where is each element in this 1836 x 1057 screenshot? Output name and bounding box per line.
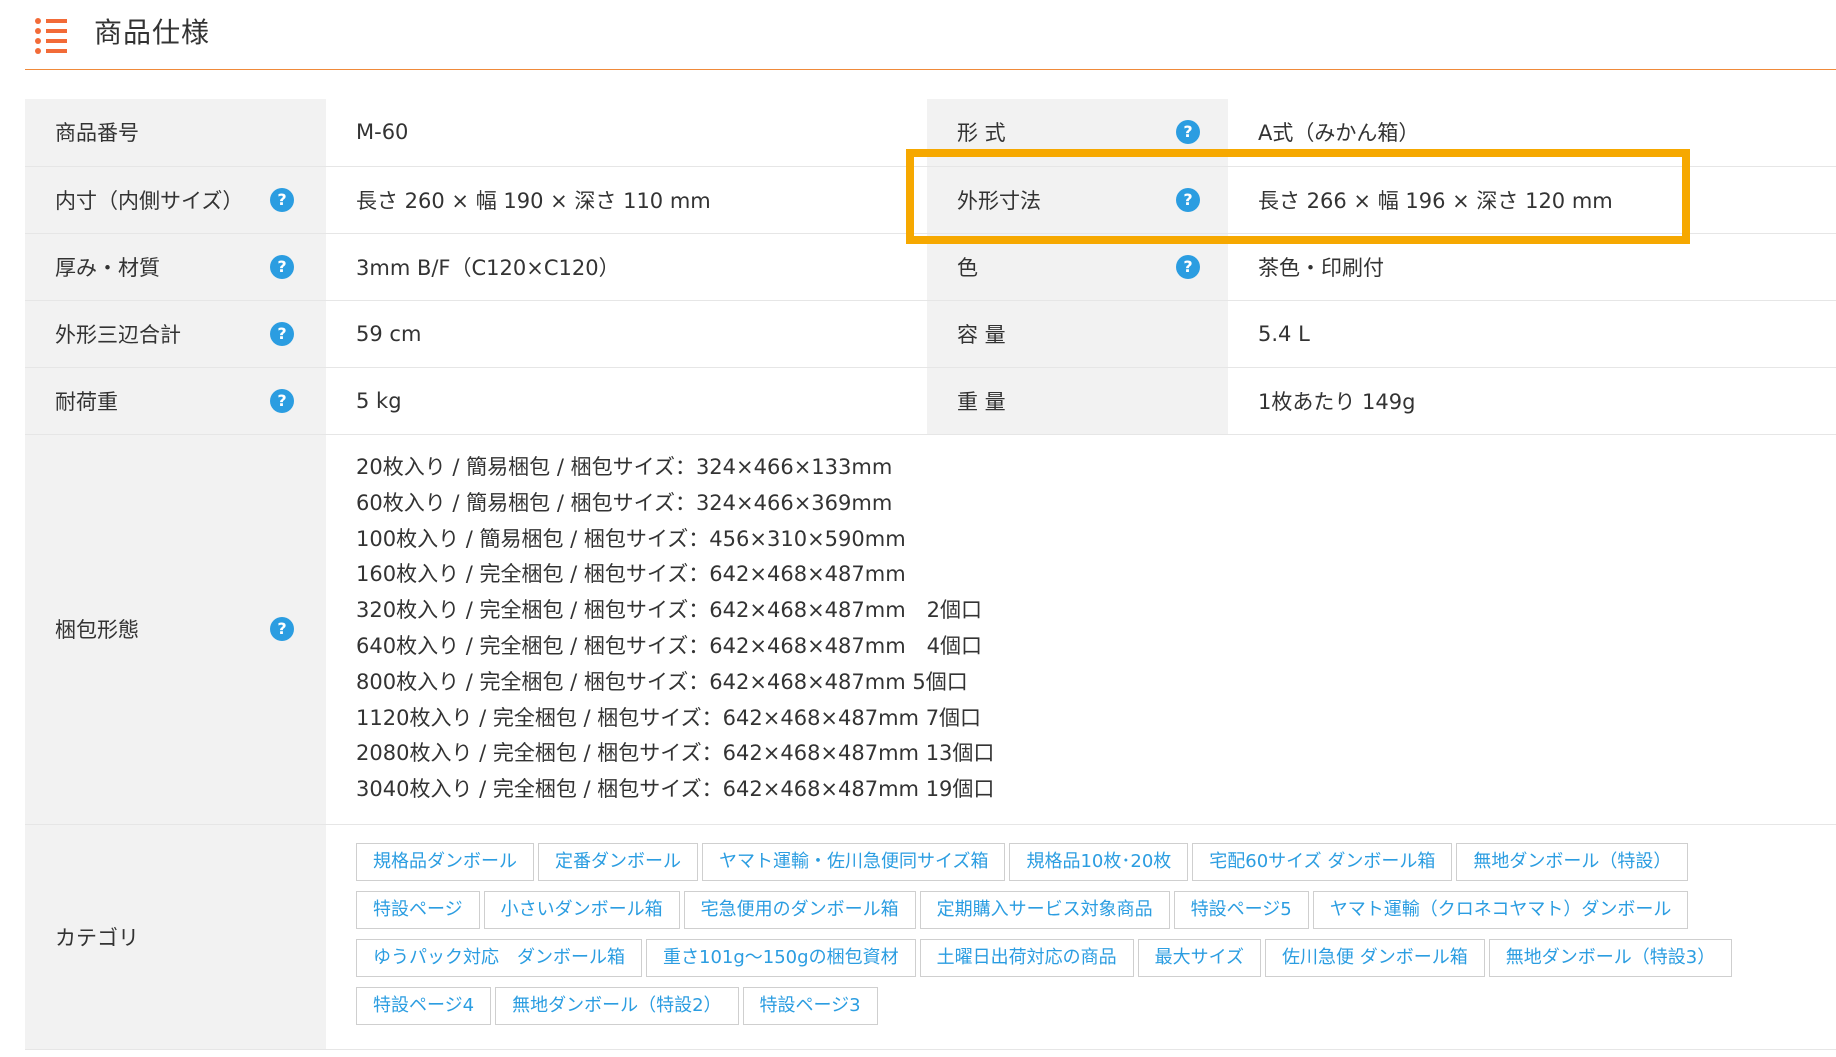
category-tag-link[interactable]: 小さいダンボール箱: [483, 890, 680, 929]
spec-label-cell: 色?: [927, 233, 1228, 301]
category-tag-link[interactable]: 無地ダンボール（特設2）: [495, 986, 739, 1025]
category-tag-link[interactable]: 定番ダンボール: [538, 842, 698, 881]
help-icon[interactable]: ?: [270, 617, 294, 641]
spec-row: 外形三辺合計? 59 cm 容 量 5.4 L: [25, 300, 1836, 368]
spec-value: 長さ 266 × 幅 196 × 深さ 120 mm: [1228, 166, 1836, 234]
page-title: 商品仕様: [94, 16, 211, 49]
category-label: カテゴリ: [55, 925, 139, 950]
spec-label: 形 式: [957, 121, 1006, 146]
list-icon: [35, 18, 67, 54]
spec-label: 厚み・材質: [55, 255, 160, 280]
packaging-line: 320枚入り / 完全梱包 / 梱包サイズ：642×468×487mm 2個口: [356, 598, 983, 623]
packaging-list: 20枚入り / 簡易梱包 / 梱包サイズ：324×466×133mm 60枚入り …: [356, 436, 1836, 822]
help-icon[interactable]: ?: [270, 321, 294, 346]
help-icon[interactable]: ?: [1176, 254, 1200, 279]
spec-value: 5.4 L: [1228, 300, 1836, 368]
spec-row: 厚み・材質? 3mm B/F（C120×C120）色? 茶色・印刷付: [25, 233, 1836, 301]
category-value-cell: 規格品ダンボール 定番ダンボール ヤマト運輸・佐川急便同サイズ箱 規格品10枚･20枚…: [326, 824, 1836, 1050]
spec-value: 59 cm: [326, 300, 927, 368]
spec-row: 耐荷重? 5 kg 重 量 1枚あたり 149g: [25, 367, 1836, 435]
packaging-line: 160枚入り / 完全梱包 / 梱包サイズ：642×468×487mm: [356, 562, 906, 587]
category-row: カテゴリ 規格品ダンボール 定番ダンボール ヤマト運輸・佐川急便同サイズ箱 規格品10…: [25, 824, 1836, 1050]
section-header: 商品仕様: [25, 0, 1836, 70]
spec-value: M-60: [326, 99, 927, 167]
category-tag-link[interactable]: 佐川急便 ダンボール箱: [1265, 938, 1485, 977]
category-tag-link[interactable]: ゆうパック対応 ダンボール箱: [356, 938, 642, 977]
spec-label-cell: 耐荷重?: [25, 367, 326, 435]
spec-label: 内寸（内側サイズ）: [55, 188, 244, 213]
packaging-line: 800枚入り / 完全梱包 / 梱包サイズ：642×468×487mm 5個口: [356, 669, 968, 694]
spec-value: 5 kg: [326, 367, 927, 435]
spec-label-cell: 外形寸法?: [927, 166, 1228, 234]
help-icon[interactable]: ?: [270, 254, 294, 279]
spec-label-cell: 内寸（内側サイズ）?: [25, 166, 326, 234]
spec-table: 商品番号 M-60 形 式? A式（みかん箱） 内寸（内側サイズ）? 長さ 260 × 幅…: [25, 99, 1836, 1050]
spec-value: 3mm B/F（C120×C120）: [326, 233, 927, 301]
category-tag-list: 規格品ダンボール 定番ダンボール ヤマト運輸・佐川急便同サイズ箱 規格品10枚･20枚…: [356, 825, 1796, 1049]
category-tag-link[interactable]: 無地ダンボール（特設3）: [1488, 938, 1733, 977]
spec-label-cell: 重 量: [927, 367, 1228, 435]
category-tag-link[interactable]: 特設ページ5: [1173, 890, 1309, 929]
packaging-label-cell: 梱包形態 ?: [25, 434, 326, 825]
help-icon[interactable]: ?: [270, 187, 294, 212]
spec-value: 長さ 260 × 幅 190 × 深さ 110 mm: [326, 166, 927, 234]
spec-label-cell: 商品番号: [25, 99, 326, 167]
category-tag-link[interactable]: 宅急便用のダンボール箱: [683, 890, 916, 929]
spec-label-cell: 厚み・材質?: [25, 233, 326, 301]
help-icon[interactable]: ?: [1176, 120, 1200, 145]
spec-value: 1枚あたり 149g: [1228, 367, 1836, 435]
category-tag-link[interactable]: 規格品ダンボール: [356, 842, 534, 881]
packaging-label: 梱包形態: [55, 618, 139, 642]
category-tag-link[interactable]: ヤマト運輸・佐川急便同サイズ箱: [702, 842, 1006, 881]
category-tag-link[interactable]: 無地ダンボール（特設）: [1456, 842, 1689, 881]
category-tag-link[interactable]: ヤマト運輸（クロネコヤマト）ダンボール: [1312, 890, 1689, 929]
category-tag-link[interactable]: 特設ページ4: [356, 986, 492, 1025]
category-tag-link[interactable]: 規格品10枚･20枚: [1009, 842, 1189, 881]
spec-label: 商品番号: [55, 121, 139, 146]
spec-row: 商品番号 M-60 形 式? A式（みかん箱）: [25, 99, 1836, 167]
category-tag-link[interactable]: 定期購入サービス対象商品: [919, 890, 1170, 929]
spec-label-cell: 外形三辺合計?: [25, 300, 326, 368]
packaging-line: 20枚入り / 簡易梱包 / 梱包サイズ：324×466×133mm: [356, 455, 893, 480]
spec-value: A式（みかん箱）: [1228, 99, 1836, 167]
packaging-line: 1120枚入り / 完全梱包 / 梱包サイズ：642×468×487mm 7個口: [356, 705, 982, 730]
spec-label: 耐荷重: [55, 389, 118, 414]
spec-label: 容 量: [957, 322, 1006, 347]
category-tag-link[interactable]: 宅配60サイズ ダンボール箱: [1192, 842, 1453, 881]
packaging-line: 100枚入り / 簡易梱包 / 梱包サイズ：456×310×590mm: [356, 526, 906, 551]
packaging-line: 640枚入り / 完全梱包 / 梱包サイズ：642×468×487mm 4個口: [356, 634, 983, 658]
packaging-row: 梱包形態 ? 20枚入り / 簡易梱包 / 梱包サイズ：324×466×133m…: [25, 434, 1836, 825]
category-tag-link[interactable]: 重さ101g～150gの梱包資材: [646, 938, 916, 977]
packaging-line: 60枚入り / 簡易梱包 / 梱包サイズ：324×466×369mm: [356, 490, 893, 515]
spec-value: 茶色・印刷付: [1228, 233, 1836, 301]
category-tag-link[interactable]: 土曜日出荷対応の商品: [919, 938, 1134, 977]
packaging-value-cell: 20枚入り / 簡易梱包 / 梱包サイズ：324×466×133mm 60枚入り …: [326, 434, 1836, 825]
category-tag-link[interactable]: 特設ページ3: [742, 986, 878, 1025]
spec-label: 重 量: [957, 389, 1006, 414]
category-tag-link[interactable]: 最大サイズ: [1137, 938, 1262, 977]
packaging-line: 2080枚入り / 完全梱包 / 梱包サイズ：642×468×487mm 13個…: [356, 741, 995, 766]
spec-row: 内寸（内側サイズ）? 長さ 260 × 幅 190 × 深さ 110 mm 外形寸法…: [25, 166, 1836, 234]
help-icon[interactable]: ?: [270, 388, 294, 413]
spec-label: 外形寸法: [957, 188, 1041, 213]
category-tag-link[interactable]: 特設ページ: [356, 890, 480, 929]
packaging-line: 3040枚入り / 完全梱包 / 梱包サイズ：642×468×487mm 19個…: [356, 777, 995, 802]
spec-label-cell: 容 量: [927, 300, 1228, 368]
help-icon[interactable]: ?: [1176, 187, 1200, 212]
category-label-cell: カテゴリ: [25, 824, 326, 1050]
spec-label: 色: [957, 255, 978, 280]
spec-label: 外形三辺合計: [55, 322, 181, 347]
spec-label-cell: 形 式?: [927, 99, 1228, 167]
